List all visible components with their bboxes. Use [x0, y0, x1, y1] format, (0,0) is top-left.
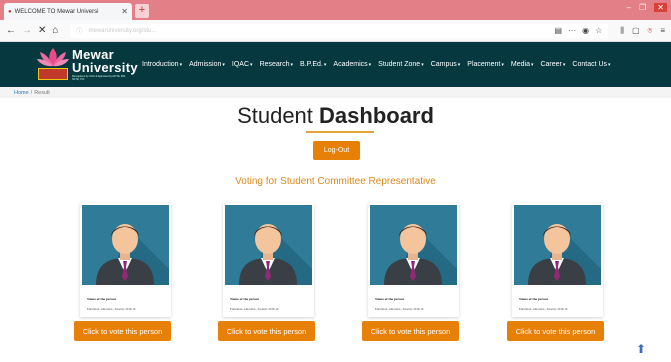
main-menu: Introduction ▾ Admission ▾ IQAC ▾ Research ▾…	[142, 61, 611, 68]
caret-down-icon: ▾	[222, 61, 225, 68]
new-tab-button[interactable]: +	[135, 4, 149, 18]
candidate-details: Education: education , Session: 2018-19	[375, 307, 424, 311]
page-actions-icon[interactable]: ···	[568, 26, 576, 35]
page-title: Student Dashboard	[237, 103, 434, 128]
menu-campus[interactable]: Campus ▾	[431, 61, 461, 68]
browser-tab-bar: ● WELCOME TO Mewar Universi ✕ + – ❐ ✕	[0, 0, 671, 20]
browser-tab[interactable]: ● WELCOME TO Mewar Universi ✕	[4, 3, 132, 20]
menu-introduction[interactable]: Introduction ▾	[142, 61, 182, 68]
vote-button[interactable]: Click to vote this person	[74, 321, 171, 341]
menu-research[interactable]: Research ▾	[260, 61, 293, 68]
url-text: mewaruniversity.org/stu...	[88, 27, 157, 34]
menu-iqac[interactable]: IQAC ▾	[232, 61, 253, 68]
university-logo[interactable]: Mewar University Recognised by UGC & App…	[36, 44, 138, 86]
logo-line-2: University	[72, 60, 138, 75]
candidate-card: Name of the person Education: education …	[512, 203, 603, 317]
voting-subtitle: Voting for Student Committee Representat…	[235, 176, 436, 187]
caret-down-icon: ▾	[530, 61, 534, 68]
caret-down-icon: ▾	[290, 61, 294, 68]
lotus-emblem-icon	[36, 46, 70, 84]
menu-media[interactable]: Media ▾	[511, 61, 534, 68]
forward-icon[interactable]: →	[22, 25, 32, 36]
cursor-icon: ⬆	[636, 342, 647, 356]
address-bar[interactable]: ⓘ mewaruniversity.org/stu... ▤ ··· ◉ ☆	[70, 23, 609, 38]
lock-icon: ⓘ	[76, 29, 83, 35]
candidate-details: Education: education , Session: 2018-19	[87, 307, 136, 311]
caret-down-icon: ▾	[501, 61, 504, 68]
person-avatar-icon	[82, 205, 169, 285]
candidate-name: Name of the person	[230, 297, 260, 301]
candidate-card: Name of the person Education: education …	[80, 203, 171, 317]
caret-down-icon: ▾	[250, 61, 253, 68]
maximize-button[interactable]: ❐	[639, 3, 646, 12]
candidate-name: Name of the person	[87, 297, 117, 301]
extension-icon[interactable]: ⍟	[648, 26, 653, 36]
vote-button[interactable]: Click to vote this person	[218, 321, 315, 341]
window-controls: – ❐ ✕	[627, 3, 667, 12]
pocket-icon[interactable]: ◉	[582, 26, 589, 35]
caret-down-icon: ▾	[457, 61, 461, 68]
candidate-name: Name of the person	[519, 297, 549, 301]
stop-icon[interactable]: ✕	[38, 25, 46, 36]
person-avatar-icon	[514, 205, 601, 285]
person-avatar-icon	[370, 205, 457, 285]
caret-down-icon: ▾	[368, 61, 372, 68]
bookmark-star-icon[interactable]: ☆	[595, 26, 602, 35]
caret-down-icon: ▾	[421, 61, 424, 68]
browser-nav-bar: ← → ✕ ⌂ ⓘ mewaruniversity.org/stu... ▤ ·…	[0, 20, 671, 42]
vote-button[interactable]: Click to vote this person	[507, 321, 604, 341]
tab-close-icon[interactable]: ✕	[121, 7, 128, 16]
breadcrumb: Home / Result	[0, 87, 671, 98]
candidate-card: Name of the person Education: education …	[223, 203, 314, 317]
close-window-button[interactable]: ✕	[654, 3, 667, 12]
candidate-details: Education: education , Session: 2018-19	[519, 307, 568, 311]
site-header: Mewar University Recognised by UGC & App…	[0, 42, 671, 87]
caret-down-icon: ▾	[323, 61, 327, 68]
logo-tagline: Recognised by UGC & Approved by AICTE, B…	[72, 75, 126, 81]
person-avatar-icon	[225, 205, 312, 285]
menu-student-zone[interactable]: Student Zone ▾	[378, 61, 424, 68]
menu-admission[interactable]: Admission ▾	[189, 61, 225, 68]
breadcrumb-current: Result	[34, 89, 50, 96]
menu-placement[interactable]: Placement ▾	[467, 61, 504, 68]
home-icon[interactable]: ⌂	[52, 25, 58, 36]
caret-down-icon: ▾	[608, 61, 611, 68]
caret-down-icon: ▾	[562, 61, 566, 68]
menu-bped[interactable]: B.P.Ed. ▾	[300, 61, 326, 68]
reader-view-icon[interactable]: ▤	[555, 26, 563, 35]
sidebar-icon[interactable]: ▢	[632, 26, 640, 36]
logout-button[interactable]: Log-Out	[313, 141, 360, 160]
candidate-name: Name of the person	[375, 297, 405, 301]
tab-title: WELCOME TO Mewar Universi	[14, 8, 99, 15]
vote-button[interactable]: Click to vote this person	[362, 321, 459, 341]
tab-favicon-icon: ●	[8, 8, 12, 15]
caret-down-icon: ▾	[179, 61, 183, 68]
back-icon[interactable]: ←	[6, 25, 16, 36]
breadcrumb-separator: /	[30, 89, 33, 96]
candidate-card: Name of the person Education: education …	[368, 203, 459, 317]
menu-contact-us[interactable]: Contact Us ▾	[572, 61, 610, 68]
title-underline	[306, 131, 374, 133]
menu-academics[interactable]: Academics ▾	[333, 61, 371, 68]
menu-icon[interactable]: ≡	[660, 26, 665, 36]
library-icon[interactable]: ⫼	[620, 26, 624, 36]
breadcrumb-home[interactable]: Home	[14, 90, 29, 96]
candidate-details: Education: education , Session: 2018-19	[230, 307, 279, 311]
menu-career[interactable]: Career ▾	[540, 61, 565, 68]
minimize-button[interactable]: –	[627, 3, 631, 12]
main-content: Student Dashboard Log-Out Voting for Stu…	[0, 98, 671, 361]
